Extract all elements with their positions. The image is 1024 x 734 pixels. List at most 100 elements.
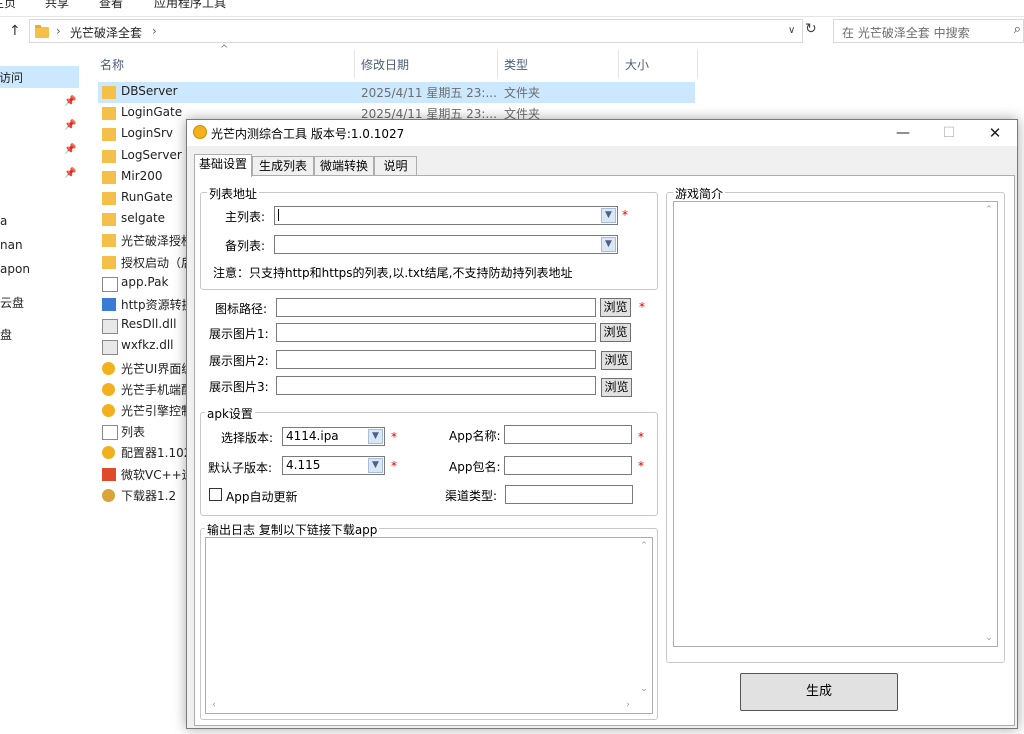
app-name-field[interactable] bbox=[504, 425, 632, 444]
column-name[interactable]: 名称 bbox=[100, 56, 124, 73]
file-name: ResDll.dll bbox=[121, 317, 177, 331]
version-label: 选择版本: bbox=[221, 431, 274, 445]
nav-item[interactable]: a bbox=[0, 214, 7, 228]
app-name-label: App名称: bbox=[449, 429, 501, 443]
required-mark: * bbox=[639, 300, 645, 314]
icon-path-field[interactable] bbox=[276, 298, 596, 317]
refresh-icon[interactable]: ↻ bbox=[805, 21, 817, 37]
chevron-down-icon[interactable]: ∨ bbox=[788, 25, 795, 36]
vertical-scrollbar[interactable]: ⌃ ⌄ bbox=[981, 202, 997, 646]
output-log-textarea[interactable]: ⌃ ⌄ ‹ › bbox=[205, 537, 653, 714]
file-name: selgate bbox=[121, 211, 166, 225]
folder-icon bbox=[102, 150, 116, 163]
browse-image2-button[interactable]: 浏览 bbox=[601, 351, 632, 370]
browse-icon-button[interactable]: 浏览 bbox=[600, 298, 631, 317]
nav-item-cloud-drive[interactable]: 云盘 bbox=[0, 294, 24, 311]
group-title: 游戏简介 bbox=[673, 185, 726, 202]
channel-type-label: 渠道类型: bbox=[445, 489, 498, 503]
scroll-up-icon[interactable]: ⌃ bbox=[981, 202, 997, 218]
horizontal-scrollbar[interactable]: ‹ › bbox=[206, 697, 652, 713]
search-icon[interactable]: ⌕ bbox=[1014, 22, 1021, 37]
generate-button[interactable]: 生成 bbox=[740, 673, 898, 711]
scroll-down-icon[interactable]: ⌄ bbox=[636, 681, 652, 697]
apk-settings-group: apk设置 选择版本: 4114.ipa ▼ * App名称: * 默认子版本:… bbox=[200, 405, 658, 516]
browse-image3-button[interactable]: 浏览 bbox=[601, 378, 632, 397]
required-mark: * bbox=[638, 430, 644, 444]
column-type[interactable]: 类型 bbox=[504, 56, 528, 73]
scroll-left-icon[interactable]: ‹ bbox=[206, 697, 222, 713]
nav-item[interactable]: nan bbox=[0, 238, 23, 252]
close-button[interactable]: ✕ bbox=[972, 120, 1018, 146]
scroll-right-icon[interactable]: › bbox=[620, 697, 636, 713]
tab-help[interactable]: 说明 bbox=[374, 156, 417, 175]
game-intro-textarea[interactable]: ⌃ ⌄ bbox=[673, 201, 998, 647]
ribbon-tab-view[interactable]: 查看 bbox=[99, 0, 123, 11]
tab-generate-list[interactable]: 生成列表 bbox=[252, 156, 314, 175]
file-name: 授权启动（后 bbox=[121, 256, 194, 270]
ms-icon bbox=[102, 468, 116, 481]
tab-microclient-convert[interactable]: 微端转换 bbox=[314, 156, 374, 175]
image1-path-field[interactable] bbox=[276, 323, 596, 342]
nav-item-disk[interactable]: 盘 bbox=[0, 326, 12, 343]
ribbon-tab-app-tools[interactable]: 应用程序工具 bbox=[154, 0, 226, 11]
minimize-button[interactable]: — bbox=[880, 120, 926, 146]
pin-icon: 📌 bbox=[64, 120, 77, 131]
file-name: http资源转换 bbox=[121, 298, 194, 312]
scroll-down-icon[interactable]: ⌄ bbox=[981, 630, 997, 646]
file-name: LoginSrv bbox=[121, 126, 174, 140]
column-date[interactable]: 修改日期 bbox=[361, 56, 409, 73]
dll-icon bbox=[102, 340, 118, 355]
column-header: ^ 名称 修改日期 类型 大小 bbox=[80, 44, 1024, 78]
vertical-scrollbar[interactable]: ⌃ ⌄ bbox=[636, 538, 652, 697]
auto-update-label[interactable]: App自动更新 bbox=[226, 488, 297, 505]
image3-label: 展示图片3: bbox=[209, 380, 269, 394]
folder-icon bbox=[102, 107, 116, 120]
up-arrow-icon[interactable]: ↑ bbox=[9, 23, 21, 39]
breadcrumb-folder[interactable]: 光芒破泽全套 bbox=[70, 24, 142, 41]
chevron-down-icon[interactable]: ▼ bbox=[368, 429, 383, 444]
nav-item[interactable]: apon bbox=[0, 262, 30, 276]
auto-update-checkbox[interactable] bbox=[209, 488, 222, 501]
version-select[interactable]: 4114.ipa ▼ bbox=[282, 427, 385, 446]
main-list-combo[interactable]: ▼ bbox=[274, 206, 618, 225]
chevron-down-icon[interactable]: ▼ bbox=[368, 458, 383, 473]
column-size[interactable]: 大小 bbox=[625, 56, 649, 73]
dialog-titlebar[interactable]: 光芒内测综合工具 版本号:1.0.1027 — ☐ ✕ bbox=[187, 120, 1017, 146]
txt-icon bbox=[102, 425, 118, 440]
channel-type-field[interactable] bbox=[505, 485, 633, 504]
file-name: LoginGate bbox=[121, 105, 183, 119]
chevron-down-icon[interactable]: ▼ bbox=[601, 208, 616, 223]
chevron-right-icon[interactable]: › bbox=[152, 24, 157, 38]
file-name: 光芒引擎控制 bbox=[121, 404, 194, 418]
file-name: DBServer bbox=[121, 84, 178, 98]
app-package-label: App包名: bbox=[449, 460, 501, 474]
tab-basic-settings[interactable]: 基础设置 bbox=[194, 154, 252, 177]
disc-icon bbox=[102, 489, 115, 502]
dialog-title: 光芒内测综合工具 版本号:1.0.1027 bbox=[211, 127, 405, 141]
file-name: Mir200 bbox=[121, 169, 163, 183]
maximize-button[interactable]: ☐ bbox=[926, 120, 972, 146]
ribbon-tab-home[interactable]: 主页 bbox=[0, 0, 16, 11]
list-address-group: 列表地址 主列表: ▼ * 备列表: ▼ 注意：只支持http和https的列表… bbox=[200, 185, 658, 290]
image3-path-field[interactable] bbox=[276, 376, 596, 395]
search-input[interactable]: 在 光芒破泽全套 中搜索 ⌕ bbox=[833, 19, 1024, 43]
ribbon-tab-share[interactable]: 共享 bbox=[45, 0, 69, 11]
app-icon bbox=[102, 446, 115, 459]
text-cursor bbox=[278, 209, 279, 221]
address-row: ↑ › 光芒破泽全套 › ∨ ↻ 在 光芒破泽全套 中搜索 ⌕ bbox=[0, 17, 1024, 45]
scroll-up-icon[interactable]: ⌃ bbox=[636, 538, 652, 554]
address-bar[interactable]: › 光芒破泽全套 › ∨ bbox=[29, 19, 803, 43]
file-icon bbox=[102, 277, 118, 292]
pin-icon: 📌 bbox=[64, 144, 77, 155]
chevron-down-icon[interactable]: ▼ bbox=[601, 237, 616, 252]
nav-item-quick-access[interactable]: 访问 bbox=[0, 69, 23, 86]
image2-path-field[interactable] bbox=[276, 350, 596, 369]
browse-image1-button[interactable]: 浏览 bbox=[600, 323, 631, 342]
sub-version-select[interactable]: 4.115 ▼ bbox=[282, 456, 385, 475]
backup-list-combo[interactable]: ▼ bbox=[274, 235, 618, 254]
app-package-field[interactable] bbox=[504, 456, 632, 475]
ribbon-tabs: 主页 共享 查看 应用程序工具 bbox=[0, 0, 1024, 17]
file-name: 列表 bbox=[121, 425, 146, 439]
file-row[interactable]: DBServer 2025/4/11 星期五 23:... 文件夹 bbox=[98, 82, 695, 103]
file-name: 微软VC++运 bbox=[121, 468, 194, 482]
